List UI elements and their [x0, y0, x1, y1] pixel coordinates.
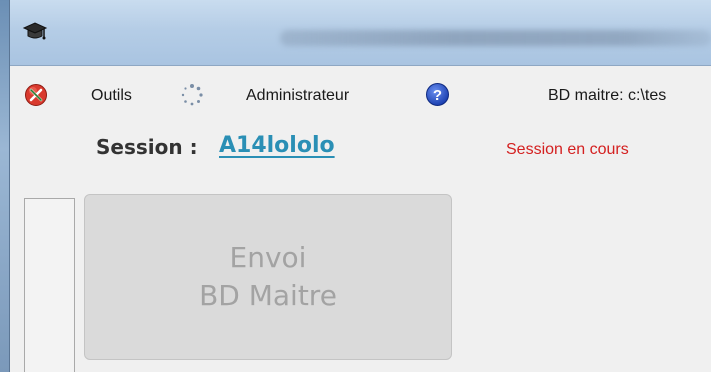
menu-outils[interactable]: Outils: [91, 85, 132, 107]
graduation-cap-icon[interactable]: [22, 20, 48, 44]
session-label: Session :: [96, 135, 198, 159]
desktop-edge: [0, 0, 9, 372]
side-panel[interactable]: [24, 198, 75, 372]
send-master-db-button[interactable]: Envoi BD Maitre: [84, 194, 452, 360]
menu-bar: Outils Administrateur ? BD maitre: c:\te…: [10, 67, 711, 125]
window-title-blurred: [280, 30, 711, 46]
red-tools-icon[interactable]: [24, 83, 48, 107]
session-value-link[interactable]: A14lololo: [219, 133, 335, 158]
refresh-icon[interactable]: [180, 83, 204, 107]
svg-text:?: ?: [433, 87, 442, 104]
session-status: Session en cours: [506, 141, 629, 158]
app-window: Outils Administrateur ? BD maitre: c:\te…: [9, 0, 711, 372]
send-button-line2: BD Maitre: [199, 279, 337, 312]
db-master-path: BD maitre: c:\tes: [548, 87, 667, 104]
session-row: Session : A14lololo Session en cours: [10, 125, 711, 175]
menu-administrateur[interactable]: Administrateur: [246, 85, 349, 107]
send-button-line1: Envoi: [229, 241, 307, 274]
title-bar[interactable]: [10, 0, 711, 66]
help-icon[interactable]: ?: [425, 82, 450, 107]
